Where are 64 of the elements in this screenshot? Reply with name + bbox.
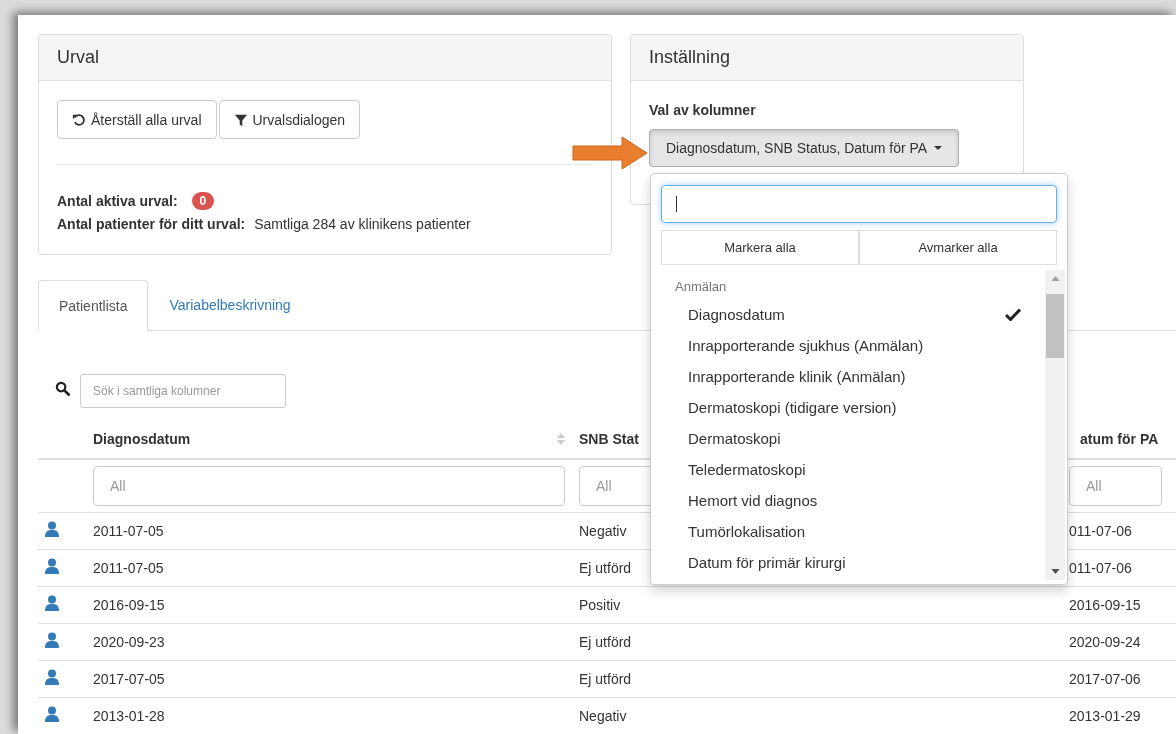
menu-item[interactable]: Diagnosdatum: [661, 299, 1045, 330]
select-all-button[interactable]: Markera alla: [661, 230, 859, 265]
scroll-up-icon[interactable]: [1050, 276, 1060, 281]
person-icon[interactable]: [45, 669, 59, 685]
table-cell: Negativ: [579, 708, 627, 724]
scroll-down-icon[interactable]: [1050, 569, 1060, 574]
table-cell: 2016-09-15: [93, 597, 165, 613]
tab[interactable]: Variabelbeskrivning: [148, 280, 312, 330]
table-cell: 2017-07-06: [1069, 671, 1141, 687]
toolbar-button[interactable]: Återställ alla urval: [57, 100, 217, 139]
table-cell: Positiv: [579, 597, 621, 613]
filter-field[interactable]: All: [93, 466, 565, 506]
table-cell: Negativ: [579, 523, 627, 539]
column-header[interactable]: Diagnosdatum: [93, 431, 191, 447]
caret-icon: [934, 146, 943, 150]
field-label: Val av kolumner: [649, 102, 757, 120]
menu-item[interactable]: Teledermatoskopi: [661, 454, 1045, 485]
toolbar-button[interactable]: Urvalsdialogen: [218, 100, 361, 139]
filter-icon: [233, 112, 248, 127]
menu-item[interactable]: Hemort vid diagnos: [661, 485, 1045, 516]
scrollbar-thumb[interactable]: [1046, 294, 1064, 358]
table-cell: 2020-09-24: [1069, 634, 1141, 650]
menu-item[interactable]: Dermatoskopi (tidigare version): [661, 392, 1045, 423]
checkmark-icon: [1005, 308, 1021, 321]
table-cell: 2013-01-28: [93, 708, 165, 724]
stat-label: Antal aktiva urval:: [57, 192, 178, 209]
table-cell: 2020-09-23: [93, 634, 165, 650]
person-icon[interactable]: [45, 632, 59, 648]
column-header[interactable]: SNB Stat: [579, 431, 639, 447]
person-icon[interactable]: [45, 558, 59, 574]
filter-field[interactable]: All: [1069, 466, 1162, 506]
scrollbar[interactable]: [1045, 270, 1065, 580]
panel-title: Urval: [57, 47, 99, 68]
table-cell: 011-07-06: [1069, 523, 1132, 539]
stat-label: Antal patienter för ditt urval:: [57, 215, 246, 232]
menu-item[interactable]: Inrapporterande klinik (Anmälan): [661, 361, 1045, 392]
person-icon[interactable]: [45, 521, 59, 537]
table-cell: 2011-07-05: [93, 523, 164, 539]
menu-item[interactable]: Dermatoskopi: [661, 423, 1045, 454]
table-cell: 011-07-06: [1069, 560, 1132, 576]
search-icon: [55, 380, 70, 396]
column-dropdown[interactable]: Diagnosdatum, SNB Status, Datum för PA: [649, 129, 960, 167]
table-cell: 2013-01-29: [1069, 708, 1141, 724]
table-cell: 2017-07-05: [93, 671, 165, 687]
menu-search-field[interactable]: [661, 185, 1057, 223]
table-cell: 2016-09-15: [1069, 597, 1141, 613]
deselect-all-button[interactable]: Avmarker alla: [859, 230, 1057, 265]
table-cell: Ej utförd: [579, 671, 632, 687]
column-header[interactable]: atum för PA: [1080, 431, 1159, 447]
group-label: Anmälan: [674, 278, 728, 292]
table-cell: Ej utförd: [579, 634, 632, 650]
table-cell: 2011-07-05: [93, 560, 164, 576]
table-cell: Ej utförd: [579, 560, 632, 576]
tab[interactable]: Patientlista: [38, 280, 149, 331]
search-field[interactable]: Sök i samtliga kolumner: [80, 374, 286, 408]
stat-value: Samtliga 284 av klinikens patienter: [254, 215, 471, 232]
person-icon[interactable]: [45, 595, 59, 611]
reset-icon: [72, 112, 86, 127]
menu-item[interactable]: Datum för primär kirurgi: [661, 547, 1045, 578]
person-icon[interactable]: [45, 706, 59, 722]
panel-title: Inställning: [649, 47, 731, 68]
menu-item[interactable]: Tumörlokalisation: [661, 516, 1045, 547]
menu-item[interactable]: Inrapporterande sjukhus (Anmälan): [661, 330, 1045, 361]
count-badge: 0: [191, 191, 215, 210]
